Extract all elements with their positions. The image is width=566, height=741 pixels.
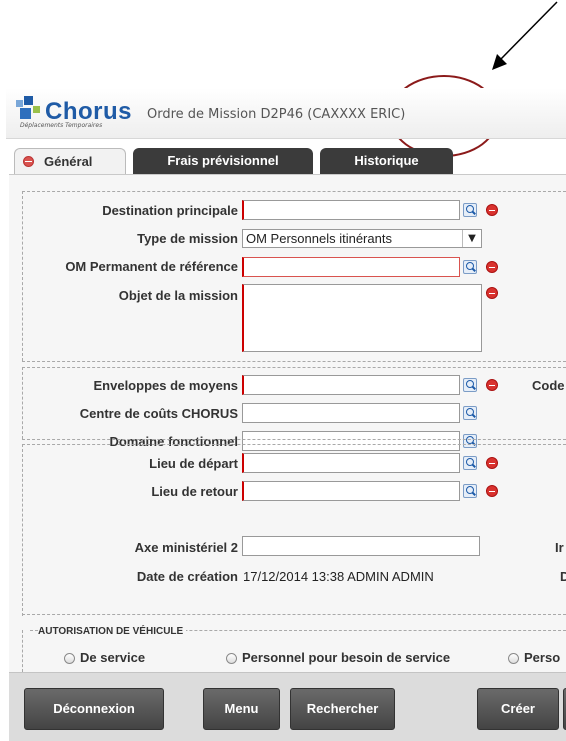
section-divider (22, 367, 566, 368)
search-icon[interactable] (463, 378, 477, 392)
remove-icon[interactable] (486, 485, 498, 497)
objet-textarea[interactable] (242, 284, 482, 352)
destination-input[interactable] (242, 200, 460, 220)
window-title: Ordre de Mission D2P46 (CAXXXX ERIC) (147, 107, 406, 122)
search-icon[interactable] (463, 484, 477, 498)
tab-general[interactable]: Général (14, 148, 126, 176)
enveloppes-input[interactable] (242, 375, 460, 395)
destination-label: Destination principale (102, 203, 238, 218)
type-mission-label: Type de mission (137, 231, 238, 246)
type-mission-select[interactable]: OM Personnels itinérants (242, 229, 482, 248)
section-divider (22, 439, 566, 440)
objet-label: Objet de la mission (118, 288, 238, 303)
enveloppes-label: Enveloppes de moyens (93, 378, 239, 393)
section-divider (22, 444, 566, 445)
search-icon[interactable] (463, 434, 477, 448)
axe-right-label: Ir (555, 540, 564, 555)
lieu-depart-label: Lieu de départ (149, 456, 238, 471)
creer-button[interactable]: Créer (477, 688, 559, 730)
radio-perso[interactable] (508, 653, 519, 664)
section-divider (22, 361, 566, 362)
code-label: Code (532, 378, 565, 393)
chevron-down-icon[interactable]: ▼ (462, 230, 481, 247)
section-divider (22, 614, 566, 615)
radio-de-service-label: De service (80, 650, 146, 665)
search-icon[interactable] (463, 406, 477, 420)
alert-icon (23, 156, 34, 168)
type-mission-value: OM Personnels itinérants (246, 231, 392, 246)
logo-subtitle: Déplacements Temporaires (20, 122, 103, 129)
search-icon[interactable] (463, 456, 477, 470)
menu-button[interactable]: Menu (203, 688, 280, 730)
section-divider (22, 630, 23, 672)
remove-icon[interactable] (486, 379, 498, 391)
remove-icon[interactable] (486, 287, 498, 299)
tab-historique-label: Historique (354, 153, 419, 168)
date-right-label: D (560, 569, 566, 584)
lieu-depart-input[interactable] (242, 453, 460, 473)
date-creation-value: 17/12/2014 13:38 ADMIN ADMIN (243, 569, 434, 584)
form-panel (9, 174, 566, 673)
chorus-logo-icon (16, 96, 40, 119)
tab-general-label: Général (44, 154, 93, 169)
vehicle-legend: AUTORISATION DE VÉHICULE (38, 626, 187, 637)
radio-personnel[interactable] (226, 653, 237, 664)
domaine-input[interactable] (242, 431, 460, 451)
tab-frais-previsionnel[interactable]: Frais prévisionnel (133, 148, 313, 174)
radio-perso-label: Perso (524, 650, 561, 665)
remove-icon[interactable] (486, 204, 498, 216)
centre-couts-input[interactable] (242, 403, 460, 423)
annotation-arrow (492, 1, 558, 70)
remove-icon[interactable] (486, 261, 498, 273)
om-permanent-label: OM Permanent de référence (65, 259, 238, 274)
deconnexion-button[interactable]: Déconnexion (24, 688, 164, 730)
radio-personnel-label: Personnel pour besoin de service (242, 650, 451, 665)
rechercher-button[interactable]: Rechercher (290, 688, 395, 730)
lieu-retour-input[interactable] (242, 481, 460, 501)
domaine-label: Domaine fonctionnel (109, 434, 238, 449)
section-divider (22, 191, 566, 192)
remove-icon[interactable] (486, 457, 498, 469)
search-icon[interactable] (463, 203, 477, 217)
tab-historique[interactable]: Historique (320, 148, 453, 174)
radio-de-service[interactable] (64, 653, 75, 664)
lieu-retour-label: Lieu de retour (151, 484, 238, 499)
tab-frais-label: Frais prévisionnel (167, 153, 279, 168)
axe-input[interactable] (242, 536, 480, 556)
centre-couts-label: Centre de coûts CHORUS (79, 406, 238, 421)
search-icon[interactable] (463, 260, 477, 274)
axe-label: Axe ministériel 2 (134, 540, 238, 555)
om-permanent-input[interactable] (242, 257, 460, 277)
date-creation-label: Date de création (136, 569, 238, 584)
